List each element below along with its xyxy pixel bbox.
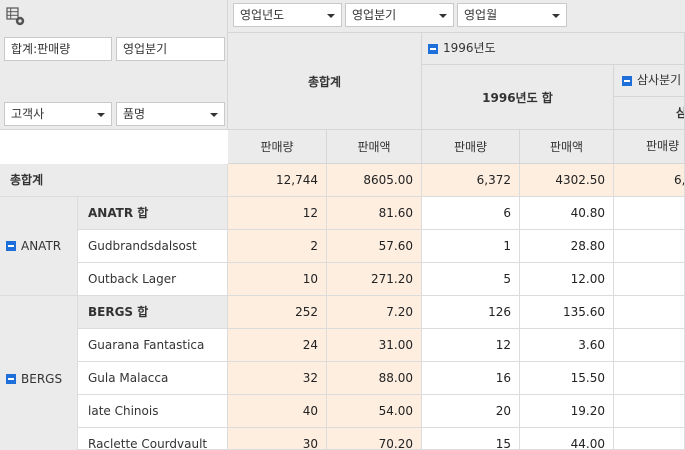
- table-cell: 70.20: [327, 428, 422, 450]
- table-cell: 271.20: [327, 263, 422, 296]
- quarter-group-header[interactable]: 삼사분기: [614, 65, 685, 97]
- product-row-label: Raclette Courdvault: [78, 428, 228, 450]
- data-field-chip[interactable]: 합계:판매량: [4, 37, 112, 61]
- subtotal-row-label: ANATR 합: [78, 197, 228, 230]
- product-row-label: Guarana Fantastica: [78, 329, 228, 362]
- measure-header: 판매액: [327, 130, 422, 164]
- table-cell: [614, 428, 685, 450]
- table-cell: 6: [422, 197, 520, 230]
- table-cell: [614, 395, 685, 428]
- table-cell: 20: [422, 395, 520, 428]
- product-row-label: Outback Lager: [78, 263, 228, 296]
- year-total-header: 1996년도 합: [422, 65, 614, 130]
- collapse-icon[interactable]: [622, 75, 632, 86]
- table-cell: [614, 263, 685, 296]
- grand-total-amt: 8605.00: [327, 164, 422, 197]
- pivot-grid: 합계:판매량 영업분기 고객사 품명 영업년도 영업분기 영업월 총합계 199…: [0, 0, 685, 450]
- table-cell: 2: [228, 230, 327, 263]
- table-cell: [614, 296, 685, 329]
- table-cell: 30: [228, 428, 327, 450]
- quarter-subheader: 삼: [614, 97, 685, 130]
- chevron-down-icon: [327, 14, 335, 18]
- chevron-down-icon: [439, 14, 447, 18]
- table-cell: 7.20: [327, 296, 422, 329]
- table-cell: 5: [422, 263, 520, 296]
- grand-total-row-label: 총합계: [0, 164, 228, 197]
- table-cell: 126: [422, 296, 520, 329]
- quarter-total-qty: 6,: [614, 164, 685, 197]
- table-cell: 135.60: [520, 296, 614, 329]
- measure-header: 판매량: [614, 130, 685, 164]
- column-field-month[interactable]: 영업월: [457, 3, 567, 27]
- product-row-label: late Chinois: [78, 395, 228, 428]
- grid-settings-icon[interactable]: [6, 7, 26, 27]
- table-cell: [614, 197, 685, 230]
- pending-field-chip[interactable]: 영업분기: [116, 37, 225, 61]
- table-cell: 40: [228, 395, 327, 428]
- table-cell: 32: [228, 362, 327, 395]
- table-cell: 252: [228, 296, 327, 329]
- product-row-label: Gudbrandsdalsost: [78, 230, 228, 263]
- column-field-year[interactable]: 영업년도: [233, 3, 342, 27]
- year-total-amt: 4302.50: [520, 164, 614, 197]
- subtotal-row-label: BERGS 합: [78, 296, 228, 329]
- table-cell: 12: [228, 197, 327, 230]
- table-cell: 19.20: [520, 395, 614, 428]
- table-cell: 12.00: [520, 263, 614, 296]
- year-group-header[interactable]: 1996년도: [422, 33, 685, 65]
- table-cell: 15.50: [520, 362, 614, 395]
- grand-total-header: 총합계: [228, 33, 422, 130]
- table-cell: 15: [422, 428, 520, 450]
- table-cell: 24: [228, 329, 327, 362]
- table-cell: 3.60: [520, 329, 614, 362]
- table-cell: 28.80: [520, 230, 614, 263]
- chevron-down-icon: [210, 113, 218, 117]
- table-cell: 1: [422, 230, 520, 263]
- table-cell: 10: [228, 263, 327, 296]
- chevron-down-icon: [552, 14, 560, 18]
- table-cell: 81.60: [327, 197, 422, 230]
- chevron-down-icon: [97, 113, 105, 117]
- customer-group-bergs[interactable]: BERGS: [0, 296, 78, 450]
- row-field-customer[interactable]: 고객사: [4, 102, 112, 126]
- table-cell: 57.60: [327, 230, 422, 263]
- table-cell: 16: [422, 362, 520, 395]
- table-cell: 12: [422, 329, 520, 362]
- measure-header: 판매액: [520, 130, 614, 164]
- table-cell: 40.80: [520, 197, 614, 230]
- measure-header: 판매량: [228, 130, 327, 164]
- table-cell: [614, 362, 685, 395]
- grand-total-qty: 12,744: [228, 164, 327, 197]
- table-cell: 44.00: [520, 428, 614, 450]
- collapse-icon[interactable]: [428, 43, 438, 54]
- table-cell: 88.00: [327, 362, 422, 395]
- column-field-quarter[interactable]: 영업분기: [345, 3, 454, 27]
- customer-group-anatr[interactable]: ANATR: [0, 197, 78, 296]
- row-field-product[interactable]: 품명: [116, 102, 225, 126]
- product-row-label: Gula Malacca: [78, 362, 228, 395]
- table-cell: [614, 230, 685, 263]
- measure-header: 판매량: [422, 130, 520, 164]
- table-cell: 54.00: [327, 395, 422, 428]
- table-cell: 31.00: [327, 329, 422, 362]
- collapse-icon[interactable]: [6, 241, 16, 251]
- table-cell: [614, 329, 685, 362]
- collapse-icon[interactable]: [6, 373, 16, 384]
- year-total-qty: 6,372: [422, 164, 520, 197]
